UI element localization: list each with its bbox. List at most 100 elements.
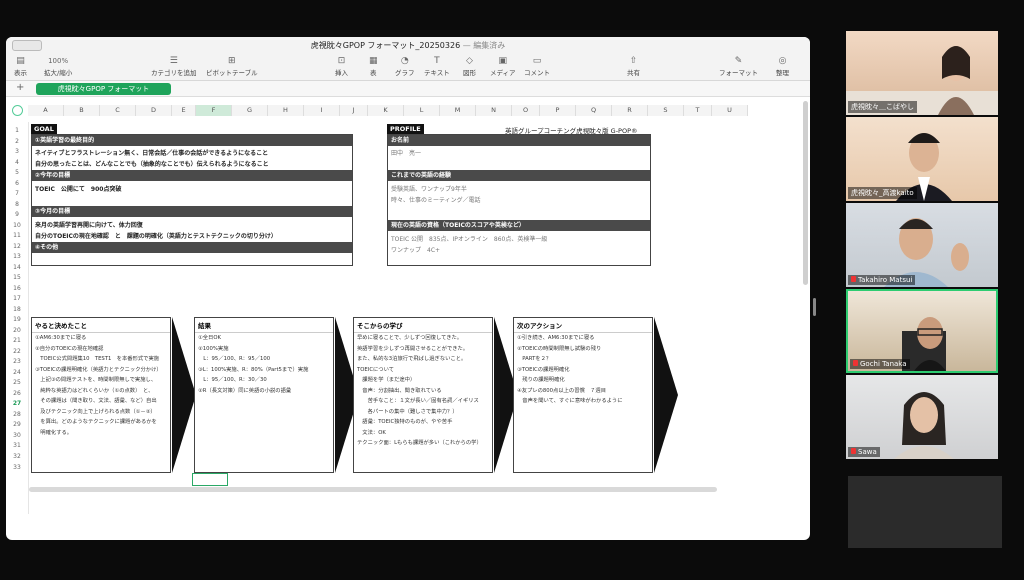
organize-button[interactable]: ◎ 整理: [776, 55, 789, 77]
media-button[interactable]: ▣ メディア: [490, 55, 516, 77]
column-header-d[interactable]: D: [136, 105, 172, 116]
horizontal-scrollbar[interactable]: [29, 487, 717, 492]
row-header[interactable]: 14: [10, 263, 24, 274]
pivot-table-button[interactable]: ⊞ ピボットテーブル: [206, 55, 258, 77]
organize-icon: ◎: [778, 56, 787, 66]
column-header-s[interactable]: S: [648, 105, 684, 116]
column-header-t[interactable]: T: [684, 105, 712, 116]
row-header[interactable]: 3: [10, 147, 24, 158]
select-all-icon[interactable]: [12, 105, 23, 116]
column-header-p[interactable]: P: [540, 105, 576, 116]
row-header[interactable]: 28: [10, 410, 24, 421]
column-header-b[interactable]: B: [64, 105, 100, 116]
row-header[interactable]: 33: [10, 463, 24, 474]
shape-button[interactable]: ◇ 図形: [463, 55, 476, 77]
column-header-r[interactable]: R: [612, 105, 648, 116]
comment-button[interactable]: ▭ コメント: [524, 55, 550, 77]
video-tile[interactable]: Sawa: [846, 375, 998, 459]
row-header[interactable]: 29: [10, 420, 24, 431]
cell-text-line: ③TOEICの課題明確化（英語力とテクニック分かけ）: [35, 366, 162, 373]
row-header[interactable]: 6: [10, 179, 24, 190]
toolbar: ▤ 表示 100% 拡大/縮小 ☰ カテゴリを追加 ⊞ ピボットテーブル ⊡ 挿入 ▦ 表 …: [6, 53, 810, 81]
row-header[interactable]: 30: [10, 431, 24, 442]
cell-text-line: TOEIC公式問題集10 TEST1 を本番形式で実施: [35, 356, 160, 362]
sheet-tab[interactable]: 虎視眈々GPOP フォーマット: [36, 83, 171, 95]
view-button[interactable]: ▤ 表示: [14, 55, 27, 77]
row-header[interactable]: 32: [10, 452, 24, 463]
column-header-o[interactable]: O: [512, 105, 540, 116]
row-header[interactable]: 21: [10, 336, 24, 347]
sheet-canvas[interactable]: GOAL ①英語学習の最終目的 ネイティブとフラストレーション無く、日常会話／仕…: [28, 122, 717, 514]
insert-button[interactable]: ⊡ 挿入: [335, 55, 348, 77]
row-header[interactable]: 22: [10, 347, 24, 358]
row-header[interactable]: 7: [10, 189, 24, 200]
column-header-m[interactable]: M: [440, 105, 476, 116]
row-header[interactable]: 12: [10, 242, 24, 253]
table-button[interactable]: ▦ 表: [369, 55, 378, 77]
muted-mic-icon: [853, 360, 858, 366]
cell-text-line: ①引き続き、AM6:30までに寝る: [517, 335, 595, 341]
panel-resize-handle[interactable]: [813, 298, 816, 316]
column-header-e[interactable]: E: [172, 105, 196, 116]
row-header[interactable]: 18: [10, 305, 24, 316]
row-header[interactable]: 16: [10, 284, 24, 295]
add-category-button[interactable]: ☰ カテゴリを追加: [151, 55, 197, 77]
video-tile[interactable]: 虎視眈々_高渡kaito: [846, 117, 998, 201]
row-header[interactable]: 20: [10, 326, 24, 337]
row-headers: 1 2 3 4 5 6 7 8 9 10 11 12 13 14 15 16 17 18 19 20 21 22 23 24 2…: [10, 126, 24, 473]
row-header[interactable]: 26: [10, 389, 24, 400]
cell-text-line: ③TOEICの課題明確化: [517, 366, 570, 373]
row-header[interactable]: 23: [10, 357, 24, 368]
muted-mic-icon: [851, 276, 856, 282]
text-button[interactable]: T テキスト: [424, 55, 450, 77]
share-icon: ⇧: [629, 56, 638, 66]
column-header-g[interactable]: G: [232, 105, 268, 116]
cell-text-line: 英語学習を少しずつ再開させることができた。: [357, 345, 469, 352]
column-header-n[interactable]: N: [476, 105, 512, 116]
row-header[interactable]: 24: [10, 368, 24, 379]
column-header-c[interactable]: C: [100, 105, 136, 116]
cell-text-line: 明確化する。: [35, 429, 73, 436]
chart-button[interactable]: ◔ グラフ: [395, 55, 415, 77]
share-button[interactable]: ⇧ 共有: [627, 55, 640, 77]
video-tile[interactable]: Takahiro Matsui: [846, 203, 998, 287]
cell-text-line: 音声：分割抽出、聞き取れている: [357, 387, 442, 394]
row-header[interactable]: 27: [10, 399, 24, 410]
column-header-h[interactable]: H: [268, 105, 304, 116]
row-header[interactable]: 5: [10, 168, 24, 179]
vertical-scrollbar[interactable]: [803, 101, 808, 285]
column-header-i[interactable]: I: [304, 105, 340, 116]
add-sheet-icon[interactable]: +: [16, 82, 24, 93]
row-header[interactable]: 9: [10, 210, 24, 221]
chart-icon: ◔: [400, 56, 409, 66]
row-header[interactable]: 31: [10, 441, 24, 452]
row-header[interactable]: 8: [10, 200, 24, 211]
column-header-u[interactable]: U: [712, 105, 748, 116]
column-header-a[interactable]: A: [28, 105, 64, 116]
cell-text-line: PARTを２？: [517, 356, 552, 362]
row-header[interactable]: 4: [10, 158, 24, 169]
row-header[interactable]: 15: [10, 273, 24, 284]
video-tile-active-speaker[interactable]: Gochi Tanaka: [846, 289, 998, 373]
participant-name: Sawa: [848, 447, 880, 457]
column-header-l[interactable]: L: [404, 105, 440, 116]
column-header-k[interactable]: K: [368, 105, 404, 116]
video-tile[interactable]: 虎視眈々＿こばやし: [846, 31, 998, 115]
row-header[interactable]: 25: [10, 378, 24, 389]
row-header[interactable]: 13: [10, 252, 24, 263]
brush-icon: ✎: [734, 56, 743, 66]
row-header[interactable]: 2: [10, 137, 24, 148]
format-button[interactable]: ✎ フォーマット: [719, 55, 758, 77]
zoom-button[interactable]: 100% 拡大/縮小: [44, 55, 72, 77]
cell-text-line: ②R（長文対策）同に英語の小説の語彙: [198, 387, 292, 394]
column-header-q[interactable]: Q: [576, 105, 612, 116]
row-header[interactable]: 19: [10, 315, 24, 326]
row-header[interactable]: 10: [10, 221, 24, 232]
column-header-j[interactable]: J: [340, 105, 368, 116]
row-header[interactable]: 17: [10, 294, 24, 305]
row-header[interactable]: 1: [10, 126, 24, 137]
row-header[interactable]: 11: [10, 231, 24, 242]
cell-text-line: L：95／100、R：95／100: [198, 356, 271, 362]
column-header-f[interactable]: F: [196, 105, 232, 116]
selected-cell[interactable]: [192, 473, 228, 486]
